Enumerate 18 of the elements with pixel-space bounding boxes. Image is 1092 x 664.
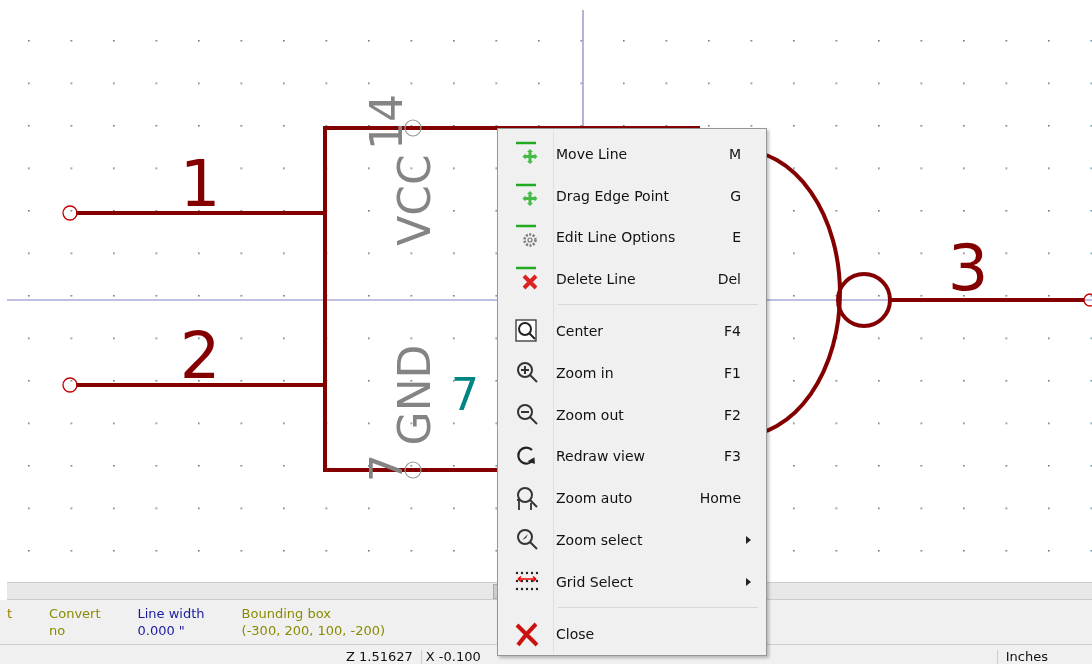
pin-number: 14 [361, 94, 412, 150]
field-label: Convert [49, 606, 101, 621]
status-field: Inches [996, 650, 1052, 664]
field-label: t [7, 606, 13, 621]
pin-name: VCC [389, 154, 440, 246]
status-field: Z 1.51627 [342, 650, 417, 664]
pin-number: 2 [179, 319, 221, 393]
field-label: Line width [137, 606, 205, 621]
pin-number: 1 [179, 147, 221, 221]
field-value: (-300, 200, 100, -200) [241, 623, 386, 638]
unit-number: 7 [451, 369, 479, 420]
field-value: 0.000 " [137, 623, 186, 638]
pin-number: 3 [947, 231, 989, 305]
field-value: no [49, 623, 67, 638]
status-field: X -0.100 [420, 650, 485, 664]
pin-number: 7 [361, 454, 412, 482]
field-label: Bounding box [241, 606, 332, 621]
pin-name: GND [389, 344, 440, 446]
